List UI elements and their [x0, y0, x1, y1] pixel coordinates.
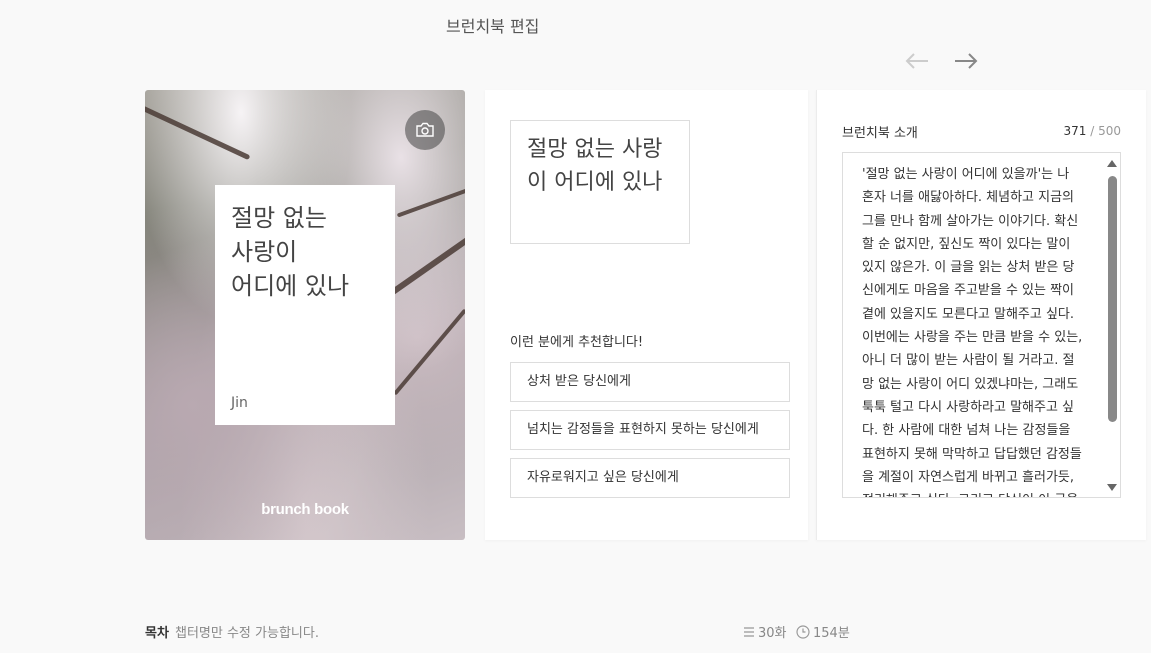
toc-hint: 챕터명만 수정 가능합니다.	[175, 626, 319, 641]
scrollbar[interactable]	[1105, 155, 1119, 495]
recommend-item-3[interactable]: 자유로워지고 싶은 당신에게	[510, 458, 790, 498]
recommend-label: 이런 분에게 추천합니다!	[510, 335, 644, 350]
clock-icon	[796, 624, 810, 639]
recommend-item-2[interactable]: 넘치는 감정들을 표현하지 못하는 당신에게	[510, 410, 790, 450]
intro-text: '절망 없는 사랑이 어디에 있을까'는 나 혼자 너를 애닳아하다. 체념하고…	[862, 167, 1083, 497]
char-max: / 500	[1090, 124, 1121, 138]
intro-panel: 브런치북 소개 371 / 500 '절망 없는 사랑이 어디에 있을까'는 나…	[816, 90, 1146, 540]
reading-time-text: 154분	[813, 626, 850, 641]
list-icon	[744, 626, 754, 637]
book-title-field[interactable]: 절망 없는 사랑이 어디에 있나	[510, 120, 690, 244]
arrow-left-icon[interactable]	[902, 47, 932, 75]
episode-count-text: 30화	[758, 626, 787, 641]
episode-count: 30화	[743, 622, 787, 641]
toc-label: 목차	[145, 626, 169, 641]
page-title: 브런치북 편집	[446, 17, 540, 36]
char-counter: 371 / 500	[1064, 124, 1122, 138]
intro-label: 브런치북 소개	[842, 126, 918, 141]
intro-textarea[interactable]: '절망 없는 사랑이 어디에 있을까'는 나 혼자 너를 애닳아하다. 체념하고…	[842, 152, 1121, 498]
book-title-text: 절망 없는 사랑이 어디에 있나	[527, 137, 663, 195]
arrow-right-icon[interactable]	[951, 47, 981, 75]
brunch-book-logo: brunch book	[261, 501, 349, 518]
scroll-down-icon[interactable]	[1107, 484, 1117, 491]
cover-author: Jin	[231, 395, 248, 411]
recommend-item-1[interactable]: 상처 받은 당신에게	[510, 362, 790, 402]
scroll-up-icon[interactable]	[1107, 160, 1117, 167]
cover-card: 절망 없는 사랑이 어디에 있나 Jin	[215, 185, 395, 425]
cover-preview: 절망 없는 사랑이 어디에 있나 Jin brunch book	[145, 90, 465, 540]
book-info-panel: 절망 없는 사랑이 어디에 있나 이런 분에게 추천합니다! 상처 받은 당신에…	[485, 90, 808, 540]
reading-time: 154분	[796, 622, 850, 641]
camera-icon[interactable]	[405, 110, 445, 150]
scroll-thumb[interactable]	[1108, 176, 1117, 422]
char-count: 371	[1063, 124, 1087, 138]
cover-title: 절망 없는 사랑이 어디에 있나	[231, 204, 350, 300]
